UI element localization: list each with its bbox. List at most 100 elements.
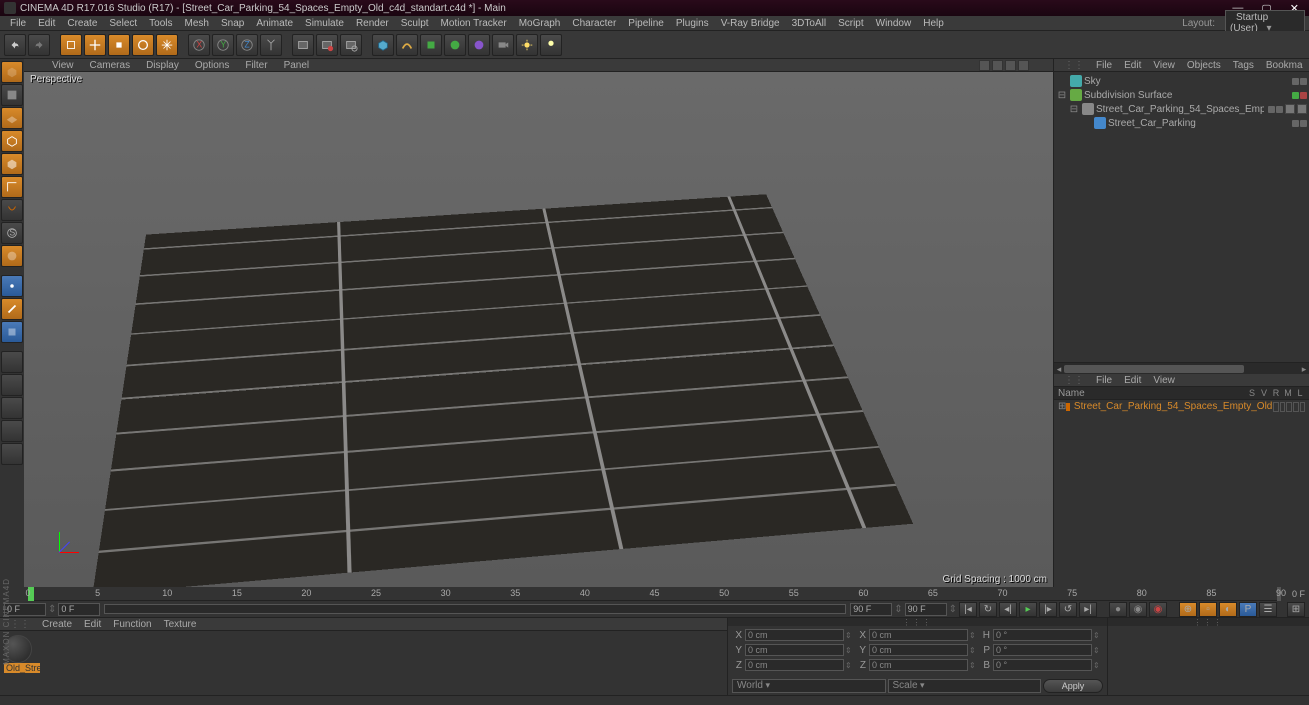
tl-autokey-button[interactable]: ◉ xyxy=(1129,602,1147,617)
tl-rot-button[interactable]: ◐ xyxy=(1219,602,1237,617)
menu-motiontracker[interactable]: Motion Tracker xyxy=(435,18,513,29)
point-mode-button[interactable] xyxy=(1,275,23,297)
scroll-left-icon[interactable]: ◂ xyxy=(1054,364,1064,374)
tl-gostart-button[interactable]: |◂ xyxy=(959,602,977,617)
menu-script[interactable]: Script xyxy=(832,18,870,29)
redo-button[interactable] xyxy=(28,34,50,56)
tl-param-button[interactable]: P xyxy=(1239,602,1257,617)
menu-snap[interactable]: Snap xyxy=(215,18,250,29)
rot-h-field[interactable]: 0 ° xyxy=(993,629,1092,641)
tl-current-field[interactable]: 0 F xyxy=(58,603,100,616)
scale-button[interactable] xyxy=(108,34,130,56)
vpmenu-options[interactable]: Options xyxy=(187,60,237,71)
size-z-field[interactable]: 0 cm xyxy=(869,659,968,671)
tl-options-button[interactable]: ⊞ xyxy=(1287,602,1305,617)
layermenu-view[interactable]: View xyxy=(1147,375,1181,386)
vpmenu-view[interactable]: View xyxy=(44,60,82,71)
snap-button[interactable]: S xyxy=(1,222,23,244)
move-button[interactable] xyxy=(84,34,106,56)
objmenu-bookma[interactable]: Bookma xyxy=(1260,60,1309,71)
tl-end-field[interactable]: 90 F xyxy=(905,603,947,616)
vpmenu-panel[interactable]: Panel xyxy=(276,60,318,71)
menu-animate[interactable]: Animate xyxy=(250,18,299,29)
objmenu-tags[interactable]: Tags xyxy=(1227,60,1260,71)
tweak-button[interactable] xyxy=(1,199,23,221)
rot-b-field[interactable]: 0 ° xyxy=(993,659,1092,671)
tl-range-bar[interactable] xyxy=(104,604,846,614)
tl-record-button[interactable]: ● xyxy=(1109,602,1127,617)
render-settings-button[interactable] xyxy=(340,34,362,56)
menu-window[interactable]: Window xyxy=(870,18,918,29)
coord-space-select[interactable]: World ▾ xyxy=(732,679,886,693)
apply-button[interactable]: Apply xyxy=(1043,679,1103,693)
layer-chk[interactable] xyxy=(1286,402,1292,412)
edge-mode-button[interactable] xyxy=(1,130,23,152)
soft-button[interactable] xyxy=(1,245,23,267)
environment-button[interactable] xyxy=(468,34,490,56)
viewport-3d[interactable]: Perspective Grid Spacing : 1000 cm xyxy=(24,72,1053,587)
menu-edit[interactable]: Edit xyxy=(32,18,61,29)
deformer-button[interactable] xyxy=(444,34,466,56)
xaxis-button[interactable]: X xyxy=(188,34,210,56)
menu-mograph[interactable]: MoGraph xyxy=(513,18,567,29)
vp-nav4-icon[interactable] xyxy=(1018,60,1029,71)
om-hscrollbar[interactable]: ◂ ▸ xyxy=(1054,362,1309,374)
tl-nextframe-button[interactable]: |▸ xyxy=(1039,602,1057,617)
matmenu-edit[interactable]: Edit xyxy=(78,619,107,630)
object-tree[interactable]: Sky ⊟Subdivision Surface ⊟Street_Car_Par… xyxy=(1054,72,1309,362)
yaxis-button[interactable]: Y xyxy=(212,34,234,56)
xtra5-button[interactable] xyxy=(1,443,23,465)
pos-y-field[interactable]: 0 cm xyxy=(745,644,844,656)
layermenu-file[interactable]: File xyxy=(1090,375,1118,386)
menu-mesh[interactable]: Mesh xyxy=(179,18,215,29)
edge2-button[interactable] xyxy=(1,298,23,320)
extra-button[interactable] xyxy=(540,34,562,56)
model-mode-button[interactable] xyxy=(1,61,23,83)
layer-chk[interactable] xyxy=(1273,402,1279,412)
poly-mode-button[interactable] xyxy=(1,153,23,175)
coord-sys-button[interactable] xyxy=(260,34,282,56)
primitive-button[interactable] xyxy=(372,34,394,56)
tag-icon[interactable] xyxy=(1297,104,1307,114)
layer-swatch-icon[interactable] xyxy=(1066,403,1070,411)
pos-x-field[interactable]: 0 cm xyxy=(745,629,844,641)
generator-button[interactable] xyxy=(420,34,442,56)
workplane-button[interactable] xyxy=(1,107,23,129)
face-mode-button[interactable] xyxy=(1,321,23,343)
objmenu-file[interactable]: File xyxy=(1090,60,1118,71)
vpmenu-display[interactable]: Display xyxy=(138,60,187,71)
xtra2-button[interactable] xyxy=(1,374,23,396)
tl-keyobj-button[interactable]: ◉ xyxy=(1149,602,1167,617)
layermenu-edit[interactable]: Edit xyxy=(1118,375,1147,386)
panel-grip[interactable]: ⋮⋮⋮ xyxy=(1108,618,1309,626)
zaxis-button[interactable]: Z xyxy=(236,34,258,56)
matmenu-function[interactable]: Function xyxy=(107,619,157,630)
undo-button[interactable] xyxy=(4,34,26,56)
menu-character[interactable]: Character xyxy=(566,18,622,29)
timeline-ruler[interactable]: 0 F 051015202530354045505560657075808590 xyxy=(28,587,1281,601)
render-pv-button[interactable] xyxy=(316,34,338,56)
layer-chk[interactable] xyxy=(1280,402,1286,412)
rotate-button[interactable] xyxy=(132,34,154,56)
tl-prev-field[interactable]: 90 F xyxy=(850,603,892,616)
layer-row[interactable]: ⊞ Street_Car_Parking_54_Spaces_Empty_Old xyxy=(1054,400,1309,413)
pos-z-field[interactable]: 0 cm xyxy=(745,659,844,671)
axis-button[interactable] xyxy=(1,176,23,198)
tl-prevkey-button[interactable]: ↻ xyxy=(979,602,997,617)
menu-pipeline[interactable]: Pipeline xyxy=(622,18,670,29)
menu-select[interactable]: Select xyxy=(103,18,143,29)
coord-mode-select[interactable]: Scale ▾ xyxy=(888,679,1042,693)
scroll-right-icon[interactable]: ▸ xyxy=(1299,364,1309,374)
texture-mode-button[interactable] xyxy=(1,84,23,106)
objmenu-view[interactable]: View xyxy=(1147,60,1181,71)
spline-button[interactable] xyxy=(396,34,418,56)
menu-tools[interactable]: Tools xyxy=(143,18,178,29)
menu-file[interactable]: File xyxy=(4,18,32,29)
tl-scale-button[interactable]: ▫ xyxy=(1199,602,1217,617)
tl-play-button[interactable]: ▸ xyxy=(1019,602,1037,617)
xtra1-button[interactable] xyxy=(1,351,23,373)
lastused-button[interactable] xyxy=(156,34,178,56)
layer-chk[interactable] xyxy=(1300,402,1306,412)
matmenu-create[interactable]: Create xyxy=(36,619,78,630)
menu-plugins[interactable]: Plugins xyxy=(670,18,715,29)
